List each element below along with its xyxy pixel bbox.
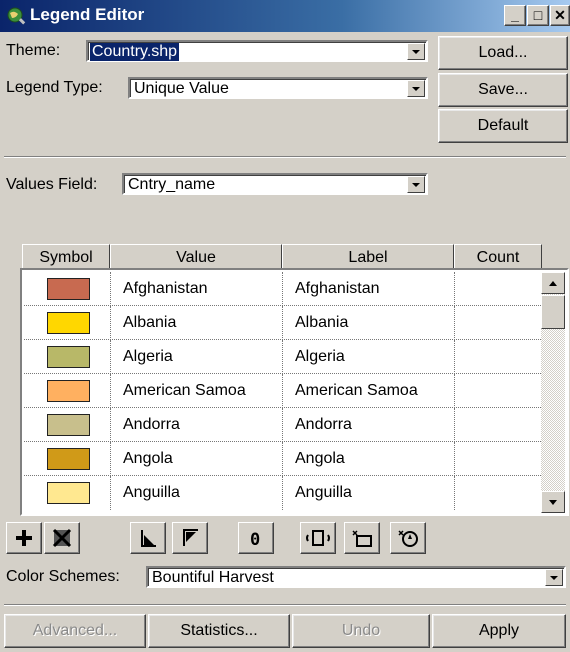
delete-icon[interactable]	[44, 522, 80, 554]
color-schemes-label: Color Schemes:	[6, 568, 120, 585]
symbol-swatch[interactable]	[47, 448, 90, 470]
values-field-label: Values Field:	[6, 176, 98, 193]
value-cell[interactable]: American Samoa	[111, 374, 283, 408]
add-icon[interactable]	[6, 522, 42, 554]
statistics-button[interactable]: Statistics...	[148, 614, 290, 648]
symbol-swatch[interactable]	[47, 312, 90, 334]
symbol-cell[interactable]	[24, 408, 111, 442]
save-button[interactable]: Save...	[438, 73, 568, 107]
chevron-down-icon[interactable]	[407, 176, 425, 193]
count-cell[interactable]	[455, 442, 543, 476]
symbol-swatch[interactable]	[47, 278, 90, 300]
advanced-button[interactable]: Advanced...	[4, 614, 146, 648]
count-cell[interactable]	[455, 272, 543, 306]
table-row[interactable]: Andorra Andorra	[24, 408, 545, 442]
legend-type-value: Unique Value	[134, 80, 229, 97]
value-cell[interactable]: Andorra	[111, 408, 283, 442]
value-cell[interactable]: Afghanistan	[111, 272, 283, 306]
minimize-icon[interactable]: _	[504, 5, 526, 26]
apply-button[interactable]: Apply	[432, 614, 566, 648]
symbol-cell[interactable]	[24, 272, 111, 306]
legend-type-dropdown[interactable]: Unique Value	[128, 77, 428, 99]
symbol-swatch[interactable]	[47, 482, 90, 504]
theme-label: Theme:	[6, 42, 61, 59]
legend-table[interactable]: Afghanistan Afghanistan Albania Albania …	[20, 268, 569, 516]
title-bar[interactable]: Legend Editor _ □ ✕	[0, 0, 570, 32]
table-row[interactable]: American Samoa American Samoa	[24, 374, 545, 408]
symbol-swatch[interactable]	[47, 346, 90, 368]
symbol-swatch[interactable]	[47, 380, 90, 402]
symbol-cell[interactable]	[24, 476, 111, 510]
chevron-down-icon[interactable]	[407, 43, 425, 60]
value-cell[interactable]: Anguilla	[111, 476, 283, 510]
label-cell[interactable]: Albania	[283, 306, 455, 340]
symbol-cell[interactable]	[24, 442, 111, 476]
symbol-cell[interactable]	[24, 340, 111, 374]
import-icon[interactable]	[300, 522, 336, 554]
table-row[interactable]: Angola Angola	[24, 442, 545, 476]
theme-value: Country.shp	[90, 43, 180, 61]
count-cell[interactable]	[455, 340, 543, 374]
chevron-down-icon[interactable]	[407, 80, 425, 97]
value-cell[interactable]: Algeria	[111, 340, 283, 374]
label-cell[interactable]: Afghanistan	[283, 272, 455, 306]
divider	[4, 156, 566, 158]
maximize-icon[interactable]: □	[527, 5, 549, 26]
count-cell[interactable]	[455, 476, 543, 510]
default-button[interactable]: Default	[438, 109, 568, 143]
table-row[interactable]: Albania Albania	[24, 306, 545, 340]
label-cell[interactable]: Anguilla	[283, 476, 455, 510]
zero-icon[interactable]: 0	[238, 522, 274, 554]
sort-ascending-icon[interactable]	[130, 522, 166, 554]
pick-icon[interactable]	[344, 522, 380, 554]
value-cell[interactable]: Albania	[111, 306, 283, 340]
vertical-scrollbar[interactable]	[541, 272, 565, 513]
close-icon[interactable]: ✕	[550, 5, 570, 26]
values-field-dropdown[interactable]: Cntry_name	[122, 173, 428, 195]
undo-button[interactable]: Undo	[292, 614, 430, 648]
divider	[4, 604, 566, 606]
count-cell[interactable]	[455, 306, 543, 340]
label-cell[interactable]: Andorra	[283, 408, 455, 442]
symbol-cell[interactable]	[24, 374, 111, 408]
color-schemes-value: Bountiful Harvest	[152, 569, 274, 586]
symbol-cell[interactable]	[24, 306, 111, 340]
legend-editor-window: Legend Editor _ □ ✕ Theme: Country.shp L…	[0, 0, 570, 652]
color-schemes-dropdown[interactable]: Bountiful Harvest	[146, 566, 566, 588]
legend-type-label: Legend Type:	[6, 79, 103, 96]
label-cell[interactable]: Algeria	[283, 340, 455, 374]
window-title: Legend Editor	[30, 5, 145, 24]
scroll-thumb[interactable]	[541, 295, 565, 329]
table-row[interactable]: Anguilla Anguilla	[24, 476, 545, 510]
theme-dropdown[interactable]: Country.shp	[86, 40, 428, 62]
globe-app-icon	[7, 7, 26, 25]
table-row[interactable]: Algeria Algeria	[24, 340, 545, 374]
spin-icon[interactable]	[390, 522, 426, 554]
table-row[interactable]: Afghanistan Afghanistan	[24, 272, 545, 306]
value-cell[interactable]: Angola	[111, 442, 283, 476]
count-cell[interactable]	[455, 374, 543, 408]
count-cell[interactable]	[455, 408, 543, 442]
label-cell[interactable]: Angola	[283, 442, 455, 476]
chevron-down-icon[interactable]	[545, 569, 563, 586]
values-field-value: Cntry_name	[128, 176, 216, 193]
scroll-down-icon[interactable]	[541, 491, 565, 513]
load-button[interactable]: Load...	[438, 36, 568, 70]
label-cell[interactable]: American Samoa	[283, 374, 455, 408]
svg-text:0: 0	[250, 530, 260, 550]
scroll-up-icon[interactable]	[541, 272, 565, 294]
symbol-swatch[interactable]	[47, 414, 90, 436]
sort-descending-icon[interactable]	[172, 522, 208, 554]
